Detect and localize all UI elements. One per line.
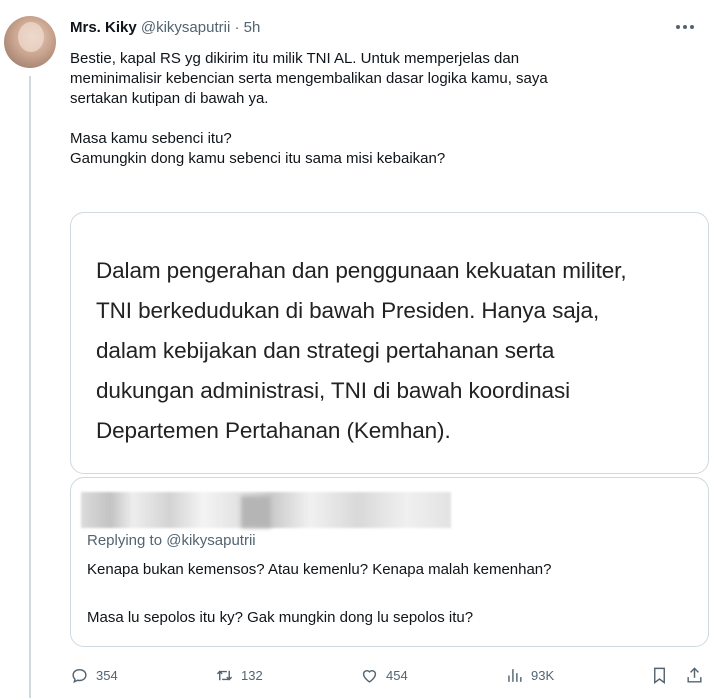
reply-button[interactable]: 354	[70, 662, 118, 688]
retweet-icon	[216, 670, 233, 680]
quoted-text-line: Masa lu sepolos itu ky? Gak mungkin dong…	[87, 609, 474, 626]
timestamp[interactable]: 5h	[244, 19, 261, 36]
thread-line	[29, 76, 31, 698]
attached-image[interactable]: Dalam pengerahan dan penggunaan kekuatan…	[70, 212, 709, 474]
bookmark-icon	[654, 667, 665, 684]
image-text-line: TNI berkedudukan di bawah Presiden. Hany…	[96, 298, 600, 323]
share-button[interactable]	[685, 662, 704, 688]
reply-icon	[72, 668, 87, 683]
reply-count: 354	[96, 667, 118, 683]
image-text-line: Dalam pengerahan dan penggunaan kekuatan…	[96, 258, 627, 283]
quoted-tweet[interactable]: Replying to @kikysaputrii Kenapa bukan k…	[70, 477, 709, 647]
tweet[interactable]: Mrs. Kiky @kikysaputrii · 5h Bestie, kap…	[0, 0, 720, 698]
share-icon	[687, 666, 702, 683]
more-icon[interactable]	[676, 20, 706, 34]
retweet-button[interactable]: 132	[215, 662, 263, 688]
bookmark-button[interactable]	[650, 662, 669, 688]
tweet-text-line: Gamungkin dong kamu sebenci itu sama mis…	[70, 150, 446, 167]
views-icon	[508, 668, 522, 682]
views-count: 93K	[531, 667, 555, 683]
retweet-count: 132	[241, 667, 263, 683]
image-quote-text: Dalam pengerahan dan penggunaan kekuatan…	[96, 251, 696, 451]
tweet-text-line: Masa kamu sebenci itu?	[70, 130, 232, 147]
like-button[interactable]: 454	[360, 662, 408, 688]
like-count: 454	[386, 667, 408, 683]
tweet-text-line: meminimalisir kebencian serta mengembali…	[70, 70, 548, 87]
replying-to[interactable]: Replying to @kikysaputrii	[87, 531, 256, 551]
views-button[interactable]: 93K	[505, 662, 554, 688]
image-text-line: dalam kebijakan dan strategi pertahanan …	[96, 338, 555, 363]
display-name[interactable]: Mrs. Kiky	[70, 19, 137, 36]
tweet-text-line: Bestie, kapal RS yg dikirim itu milik TN…	[70, 50, 520, 67]
quoted-text-line: Kenapa bukan kemensos? Atau kemenlu? Ken…	[87, 561, 552, 578]
tweet-header: Mrs. Kiky @kikysaputrii · 5h	[70, 18, 260, 38]
image-text-line: Departemen Pertahanan (Kemhan).	[96, 418, 451, 443]
avatar[interactable]	[4, 16, 56, 68]
heart-icon	[362, 669, 377, 683]
image-text-line: dukungan administrasi, TNI di bawah koor…	[96, 378, 570, 403]
action-bar: 354 132 454 93K	[70, 662, 710, 688]
blurred-avatar	[241, 496, 271, 528]
user-handle[interactable]: @kikysaputrii	[141, 19, 230, 36]
tweet-text-line: sertakan kutipan di bawah ya.	[70, 90, 269, 107]
separator-dot: ·	[234, 19, 240, 36]
tweet-text: Bestie, kapal RS yg dikirim itu milik TN…	[70, 49, 690, 169]
